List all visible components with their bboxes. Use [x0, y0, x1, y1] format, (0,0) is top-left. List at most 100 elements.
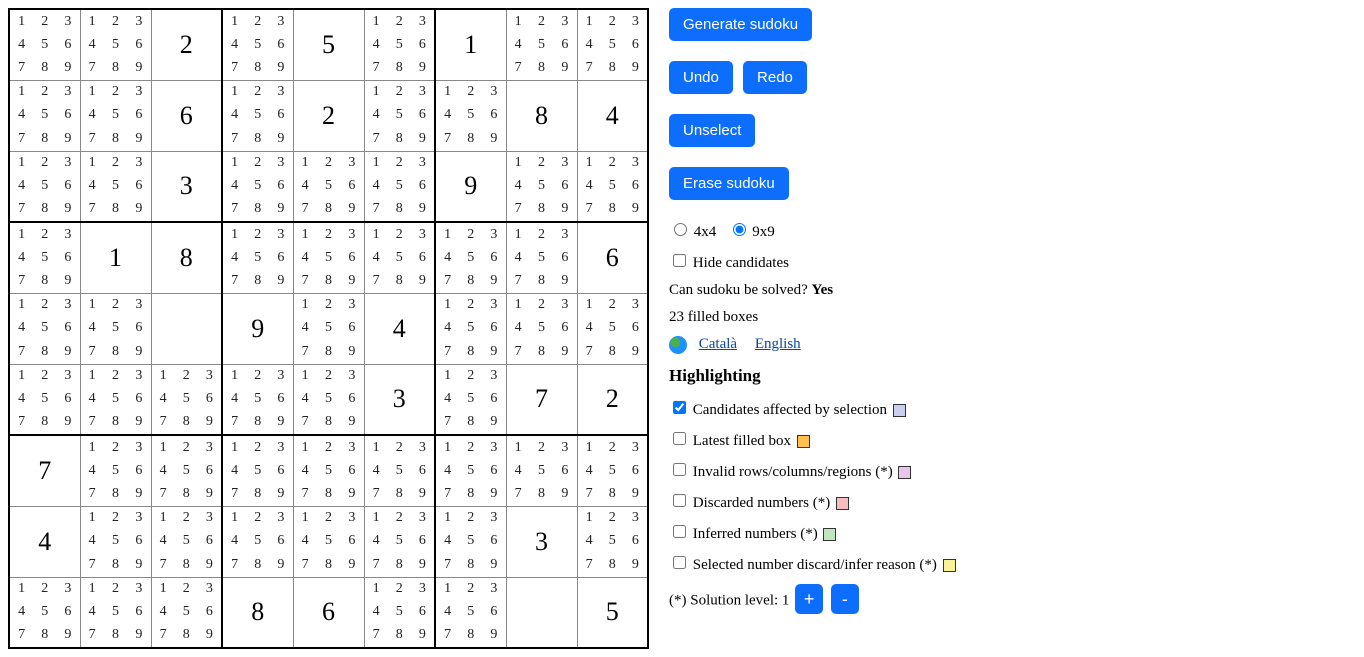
candidate-1[interactable]: 1	[507, 223, 530, 246]
candidate-1[interactable]: 1	[81, 507, 104, 530]
candidate-3[interactable]: 3	[269, 81, 292, 104]
candidate-8[interactable]: 8	[104, 411, 127, 434]
cell-7-6[interactable]: 123456789	[435, 506, 506, 577]
candidate-8[interactable]: 8	[530, 482, 553, 505]
cell-3-1[interactable]: 1	[80, 222, 151, 293]
candidate-4[interactable]: 4	[365, 104, 388, 127]
redo-button[interactable]: Redo	[743, 61, 807, 94]
candidate-9[interactable]: 9	[411, 624, 434, 647]
candidate-6[interactable]: 6	[127, 175, 150, 198]
candidate-2[interactable]: 2	[459, 365, 482, 388]
candidate-2[interactable]: 2	[33, 223, 56, 246]
undo-button[interactable]: Undo	[669, 61, 733, 94]
candidate-6[interactable]: 6	[553, 246, 576, 269]
candidate-8[interactable]: 8	[317, 198, 340, 221]
cell-6-4[interactable]: 123456789	[293, 435, 364, 506]
candidate-5[interactable]: 5	[388, 459, 411, 482]
candidate-1[interactable]: 1	[294, 152, 317, 175]
cell-8-5[interactable]: 123456789	[364, 577, 435, 648]
candidate-2[interactable]: 2	[175, 436, 198, 459]
cell-6-5[interactable]: 123456789	[364, 435, 435, 506]
candidate-9[interactable]: 9	[340, 482, 363, 505]
cell-4-1[interactable]: 123456789	[80, 293, 151, 364]
candidate-5[interactable]: 5	[530, 317, 553, 340]
candidate-8[interactable]: 8	[246, 127, 269, 150]
cell-1-1[interactable]: 123456789	[80, 80, 151, 151]
highlight-checkbox-5[interactable]	[673, 556, 686, 569]
candidate-8[interactable]: 8	[33, 198, 56, 221]
candidate-4[interactable]: 4	[10, 388, 33, 411]
candidate-4[interactable]: 4	[294, 388, 317, 411]
candidate-2[interactable]: 2	[33, 365, 56, 388]
highlight-checkbox-1[interactable]	[673, 432, 686, 445]
candidate-1[interactable]: 1	[507, 436, 530, 459]
size-9x9-radio[interactable]	[733, 223, 746, 236]
candidate-4[interactable]: 4	[223, 33, 246, 56]
solution-level-minus[interactable]: -	[831, 584, 859, 614]
cell-0-6[interactable]: 1	[435, 9, 506, 80]
candidate-8[interactable]: 8	[459, 482, 482, 505]
highlight-label-1[interactable]: Latest filled box	[669, 433, 810, 449]
cell-7-1[interactable]: 123456789	[80, 506, 151, 577]
candidate-8[interactable]: 8	[388, 127, 411, 150]
candidate-9[interactable]: 9	[198, 482, 221, 505]
candidate-8[interactable]: 8	[104, 56, 127, 79]
candidate-7[interactable]: 7	[294, 482, 317, 505]
candidate-4[interactable]: 4	[152, 459, 175, 482]
candidate-7[interactable]: 7	[436, 127, 459, 150]
candidate-9[interactable]: 9	[340, 198, 363, 221]
cell-8-0[interactable]: 123456789	[9, 577, 80, 648]
candidate-2[interactable]: 2	[317, 365, 340, 388]
cell-2-1[interactable]: 123456789	[80, 151, 151, 222]
candidate-4[interactable]: 4	[152, 601, 175, 624]
candidate-2[interactable]: 2	[530, 223, 553, 246]
candidate-3[interactable]: 3	[198, 578, 221, 601]
candidate-1[interactable]: 1	[294, 294, 317, 317]
candidate-9[interactable]: 9	[624, 56, 647, 79]
candidate-2[interactable]: 2	[388, 81, 411, 104]
candidate-4[interactable]: 4	[507, 459, 530, 482]
candidate-5[interactable]: 5	[459, 601, 482, 624]
candidate-8[interactable]: 8	[530, 340, 553, 363]
candidate-5[interactable]: 5	[246, 246, 269, 269]
lang-english[interactable]: English	[755, 336, 801, 352]
candidate-9[interactable]: 9	[624, 482, 647, 505]
candidate-2[interactable]: 2	[459, 436, 482, 459]
candidate-6[interactable]: 6	[269, 530, 292, 553]
candidate-2[interactable]: 2	[317, 294, 340, 317]
candidate-8[interactable]: 8	[601, 56, 624, 79]
candidate-3[interactable]: 3	[198, 436, 221, 459]
candidate-7[interactable]: 7	[223, 56, 246, 79]
candidate-5[interactable]: 5	[530, 459, 553, 482]
candidate-6[interactable]: 6	[127, 459, 150, 482]
candidate-5[interactable]: 5	[388, 33, 411, 56]
candidate-2[interactable]: 2	[175, 507, 198, 530]
candidate-8[interactable]: 8	[388, 482, 411, 505]
candidate-7[interactable]: 7	[365, 127, 388, 150]
candidate-9[interactable]: 9	[553, 269, 576, 292]
cell-2-6[interactable]: 9	[435, 151, 506, 222]
cell-2-8[interactable]: 123456789	[577, 151, 648, 222]
candidate-7[interactable]: 7	[10, 411, 33, 434]
candidate-3[interactable]: 3	[127, 10, 150, 33]
candidate-9[interactable]: 9	[340, 553, 363, 576]
candidate-4[interactable]: 4	[81, 175, 104, 198]
candidate-5[interactable]: 5	[388, 175, 411, 198]
candidate-9[interactable]: 9	[198, 411, 221, 434]
cell-0-7[interactable]: 123456789	[506, 9, 577, 80]
candidate-5[interactable]: 5	[246, 388, 269, 411]
candidate-8[interactable]: 8	[104, 482, 127, 505]
candidate-6[interactable]: 6	[127, 601, 150, 624]
candidate-7[interactable]: 7	[365, 553, 388, 576]
candidate-9[interactable]: 9	[482, 624, 505, 647]
candidate-1[interactable]: 1	[578, 294, 601, 317]
candidate-5[interactable]: 5	[601, 459, 624, 482]
candidate-2[interactable]: 2	[601, 507, 624, 530]
candidate-6[interactable]: 6	[340, 175, 363, 198]
candidate-4[interactable]: 4	[578, 175, 601, 198]
candidate-2[interactable]: 2	[388, 436, 411, 459]
candidate-3[interactable]: 3	[624, 507, 647, 530]
candidate-1[interactable]: 1	[294, 365, 317, 388]
candidate-5[interactable]: 5	[33, 317, 56, 340]
candidate-1[interactable]: 1	[578, 507, 601, 530]
